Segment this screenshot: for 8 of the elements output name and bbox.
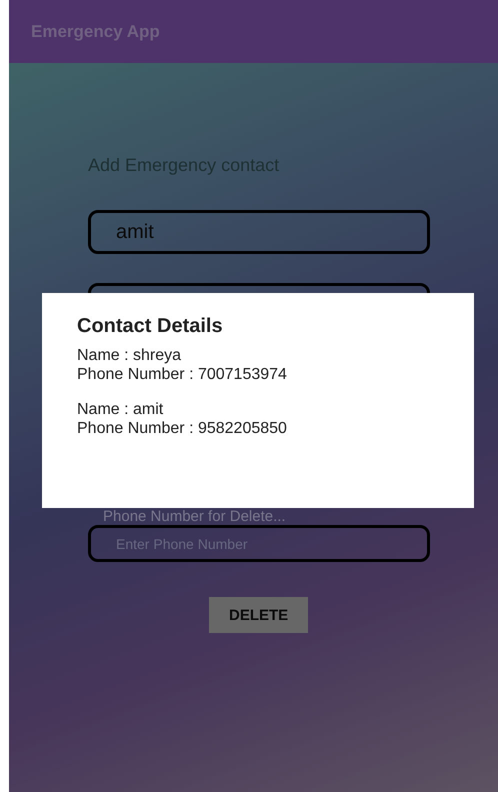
contact-name: Name : shreya — [77, 346, 182, 365]
contact-name: Name : amit — [77, 400, 164, 419]
delete-label: Phone Number for Delete... — [103, 509, 286, 525]
contact-phone: Phone Number : 9582205850 — [77, 419, 288, 438]
name-field[interactable]: amit — [88, 210, 430, 254]
delete-button[interactable]: DELETE — [209, 597, 308, 633]
dialog-title: Contact Details — [77, 315, 224, 338]
contact-phone: Phone Number : 7007153974 — [77, 365, 288, 384]
